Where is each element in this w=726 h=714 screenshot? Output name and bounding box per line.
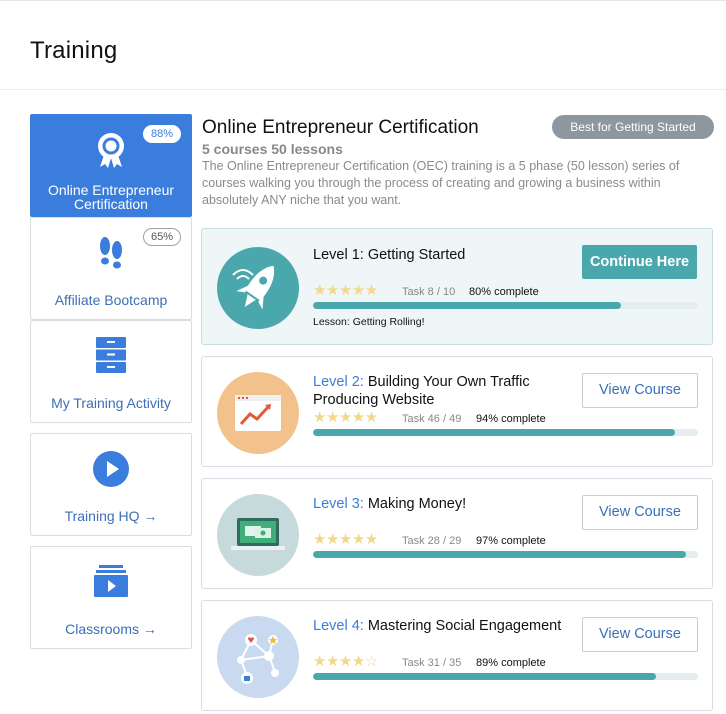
rating-stars: ★★★★☆ — [313, 653, 378, 670]
progress-badge: 88% — [142, 125, 181, 143]
level-label: Level 4: — [313, 618, 364, 634]
current-lesson[interactable]: Lesson: Getting Rolling! — [313, 316, 424, 328]
page-header: Training — [0, 0, 726, 90]
sidebar-item-affiliate-bootcamp[interactable]: 65% Affiliate Bootcamp — [30, 217, 192, 320]
progress-bar-fill — [313, 551, 687, 558]
level-title: Level 2: Building Your Own Traffic Produ… — [313, 373, 573, 409]
rating-stars: ★★★★★ — [313, 409, 378, 426]
percent-complete: 94% complete — [476, 413, 546, 425]
file-cabinet-icon — [96, 337, 126, 378]
level-name: Mastering Social Engagement — [367, 618, 562, 634]
page-title: Training — [30, 37, 118, 64]
sidebar-item-label: Classrooms → — [65, 621, 157, 637]
view-course-button[interactable]: View Course — [582, 373, 698, 408]
level-card-1: Level 1: Getting Started ★★★★★ Task 8 / … — [201, 228, 713, 345]
play-icon — [92, 450, 130, 493]
sidebar-item-label: My Training Activity — [51, 395, 171, 411]
progress-bar — [313, 302, 698, 309]
percent-complete: 89% complete — [476, 657, 546, 669]
sidebar-item-label: Training HQ → — [64, 508, 158, 524]
social-network-icon — [217, 616, 299, 698]
level-label: Level 2: — [313, 374, 364, 390]
status-badge: Best for Getting Started — [552, 115, 714, 139]
percent-complete: 97% complete — [476, 535, 546, 547]
progress-bar — [313, 429, 698, 436]
level-card-4: Level 4: Mastering Social Engagement ★★★… — [201, 600, 713, 711]
progress-bar-fill — [313, 673, 656, 680]
sidebar-item-label: Online Entrepreneur Certification — [47, 182, 175, 212]
course-description: The Online Entrepreneur Certification (O… — [202, 159, 680, 207]
task-count: Task 46 / 49 — [402, 413, 462, 425]
level-title: Level 3: Making Money! — [313, 495, 573, 513]
rating-stars: ★★★★★ — [313, 531, 378, 548]
view-course-button[interactable]: View Course — [582, 617, 698, 652]
sidebar-item-label: Affiliate Bootcamp — [54, 292, 168, 308]
level-card-2: Level 2: Building Your Own Traffic Produ… — [201, 356, 713, 467]
level-label: Level 1: — [313, 247, 364, 263]
rocket-icon — [217, 247, 299, 329]
task-count: Task 8 / 10 — [402, 286, 456, 298]
video-folder-icon — [94, 565, 128, 602]
course-summary: 5 courses 50 lessons — [202, 141, 343, 157]
website-growth-icon — [217, 372, 299, 454]
sidebar-item-classrooms[interactable]: Classrooms → — [30, 546, 192, 649]
view-course-button[interactable]: View Course — [582, 495, 698, 530]
progress-bar — [313, 673, 698, 680]
sidebar-item-training-hq[interactable]: Training HQ → — [30, 433, 192, 536]
level-name: Making Money! — [367, 496, 467, 512]
sidebar-item-oec[interactable]: 88% Online Entrepreneur Certification — [30, 114, 192, 217]
level-title: Level 4: Mastering Social Engagement — [313, 617, 573, 635]
footprints-icon — [96, 234, 126, 275]
laptop-money-icon — [217, 494, 299, 576]
progress-bar-fill — [313, 429, 675, 436]
progress-bar — [313, 551, 698, 558]
task-count: Task 31 / 35 — [402, 657, 462, 669]
rating-stars: ★★★★★ — [313, 282, 378, 299]
level-title: Level 1: Getting Started — [313, 246, 573, 264]
percent-complete: 80% complete — [469, 286, 539, 298]
course-title: Online Entrepreneur Certification — [202, 117, 479, 138]
progress-badge: 65% — [142, 228, 181, 246]
level-name: Getting Started — [367, 247, 466, 263]
task-count: Task 28 / 29 — [402, 535, 462, 547]
sidebar-item-my-training-activity[interactable]: My Training Activity — [30, 320, 192, 423]
continue-button[interactable]: Continue Here — [582, 245, 697, 279]
award-ribbon-icon — [95, 131, 127, 174]
progress-bar-fill — [313, 302, 621, 309]
level-label: Level 3: — [313, 496, 364, 512]
level-card-3: Level 3: Making Money! ★★★★★ Task 28 / 2… — [201, 478, 713, 589]
